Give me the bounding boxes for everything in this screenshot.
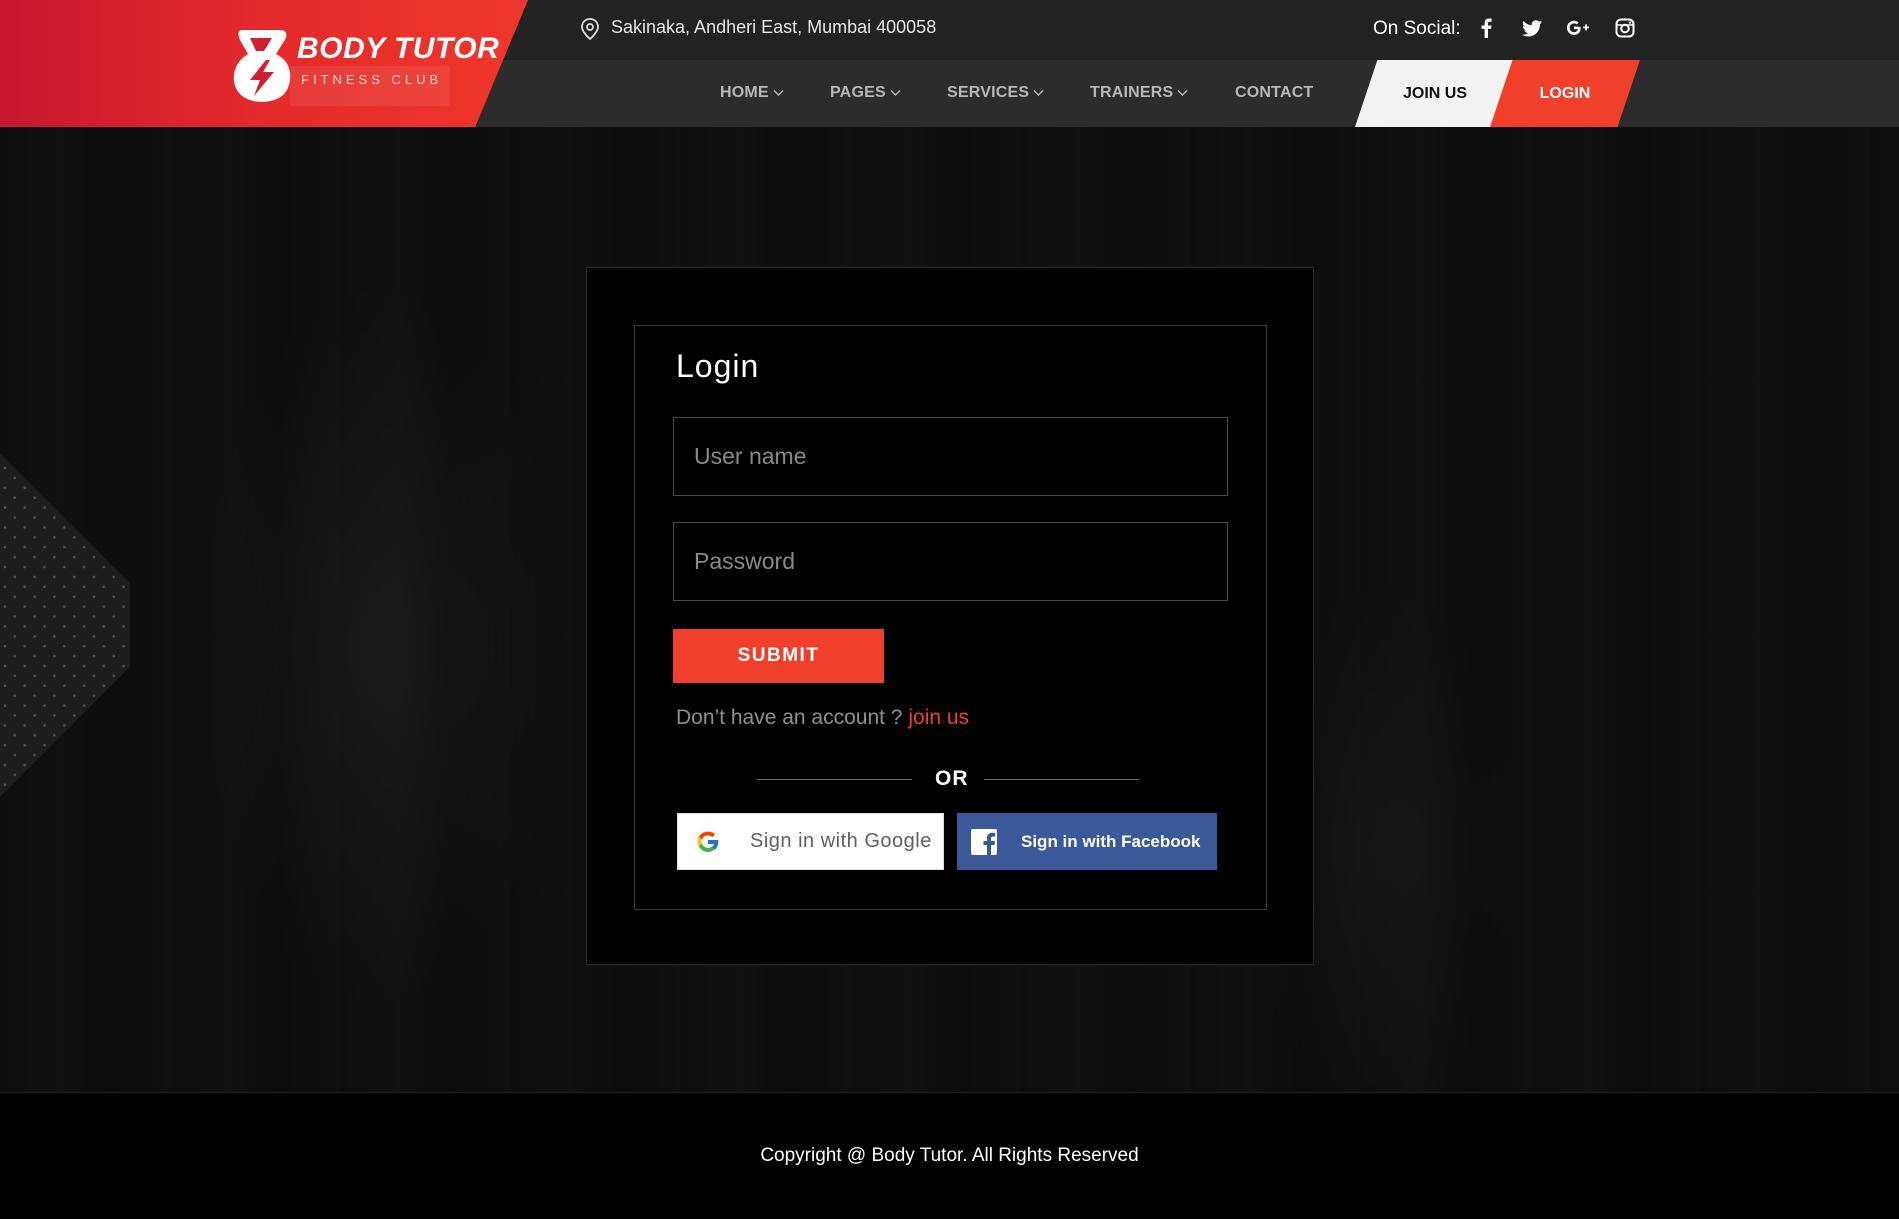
password-input[interactable] bbox=[673, 522, 1228, 601]
join-us-link[interactable]: join us bbox=[908, 706, 969, 729]
instagram-icon[interactable] bbox=[1613, 16, 1637, 40]
nav-item-services[interactable]: SERVICES bbox=[947, 84, 1044, 102]
nav-label: CONTACT bbox=[1235, 84, 1314, 101]
nav-label: PAGES bbox=[830, 84, 886, 101]
join-us-button[interactable]: JOIN US bbox=[1355, 60, 1515, 127]
brand-tagline: FITNESS CLUB bbox=[301, 72, 443, 87]
or-label: OR bbox=[935, 767, 969, 790]
facebook-signin-button[interactable]: Sign in with Facebook bbox=[957, 813, 1217, 870]
google-signin-label: Sign in with Google bbox=[750, 830, 932, 852]
copyright-text: Copyright @ Body Tutor. All Rights Reser… bbox=[760, 1145, 1139, 1166]
chevron-down-icon bbox=[1177, 90, 1188, 96]
chevron-down-icon bbox=[1033, 90, 1044, 96]
address-text: Sakinaka, Andheri East, Mumbai 400058 bbox=[611, 17, 937, 37]
submit-button[interactable]: SUBMIT bbox=[673, 629, 884, 683]
login-nav-button[interactable]: LOGIN bbox=[1490, 60, 1640, 127]
google-signin-button[interactable]: Sign in with Google bbox=[677, 813, 944, 870]
social-label: On Social: bbox=[1373, 18, 1461, 39]
facebook-icon[interactable] bbox=[1474, 16, 1498, 40]
nav-item-pages[interactable]: PAGES bbox=[830, 84, 901, 102]
dotted-diamond-decoration bbox=[0, 448, 130, 802]
google-icon bbox=[697, 830, 719, 852]
or-divider-right bbox=[984, 779, 1139, 780]
twitter-icon[interactable] bbox=[1520, 16, 1544, 40]
nav-label: HOME bbox=[720, 84, 769, 101]
nav-item-home[interactable]: HOME bbox=[720, 84, 784, 102]
site-header: BODY TUTOR FITNESS CLUB Sakinaka, Andher… bbox=[0, 0, 1899, 127]
login-title: Login bbox=[676, 348, 760, 384]
nav-item-trainers[interactable]: TRAINERS bbox=[1090, 84, 1188, 102]
chevron-down-icon bbox=[890, 90, 901, 96]
nav-label: SERVICES bbox=[947, 84, 1030, 101]
nav-label: TRAINERS bbox=[1090, 84, 1174, 101]
chevron-down-icon bbox=[773, 90, 784, 96]
location-pin-icon bbox=[581, 18, 599, 40]
nav-item-contact[interactable]: CONTACT bbox=[1235, 84, 1313, 102]
facebook-signin-label: Sign in with Facebook bbox=[1021, 831, 1201, 851]
account-prompt: Don’t have an account ? join us bbox=[676, 706, 969, 730]
brand-name: BODY TUTOR bbox=[297, 32, 500, 65]
facebook-icon bbox=[971, 828, 997, 855]
logo-kettlebell-icon bbox=[233, 30, 291, 102]
google-plus-icon[interactable] bbox=[1566, 16, 1590, 40]
decor-clip bbox=[0, 127, 130, 1092]
username-input[interactable] bbox=[673, 417, 1228, 496]
or-divider-left bbox=[757, 779, 912, 780]
account-prompt-text: Don’t have an account ? bbox=[676, 706, 903, 729]
